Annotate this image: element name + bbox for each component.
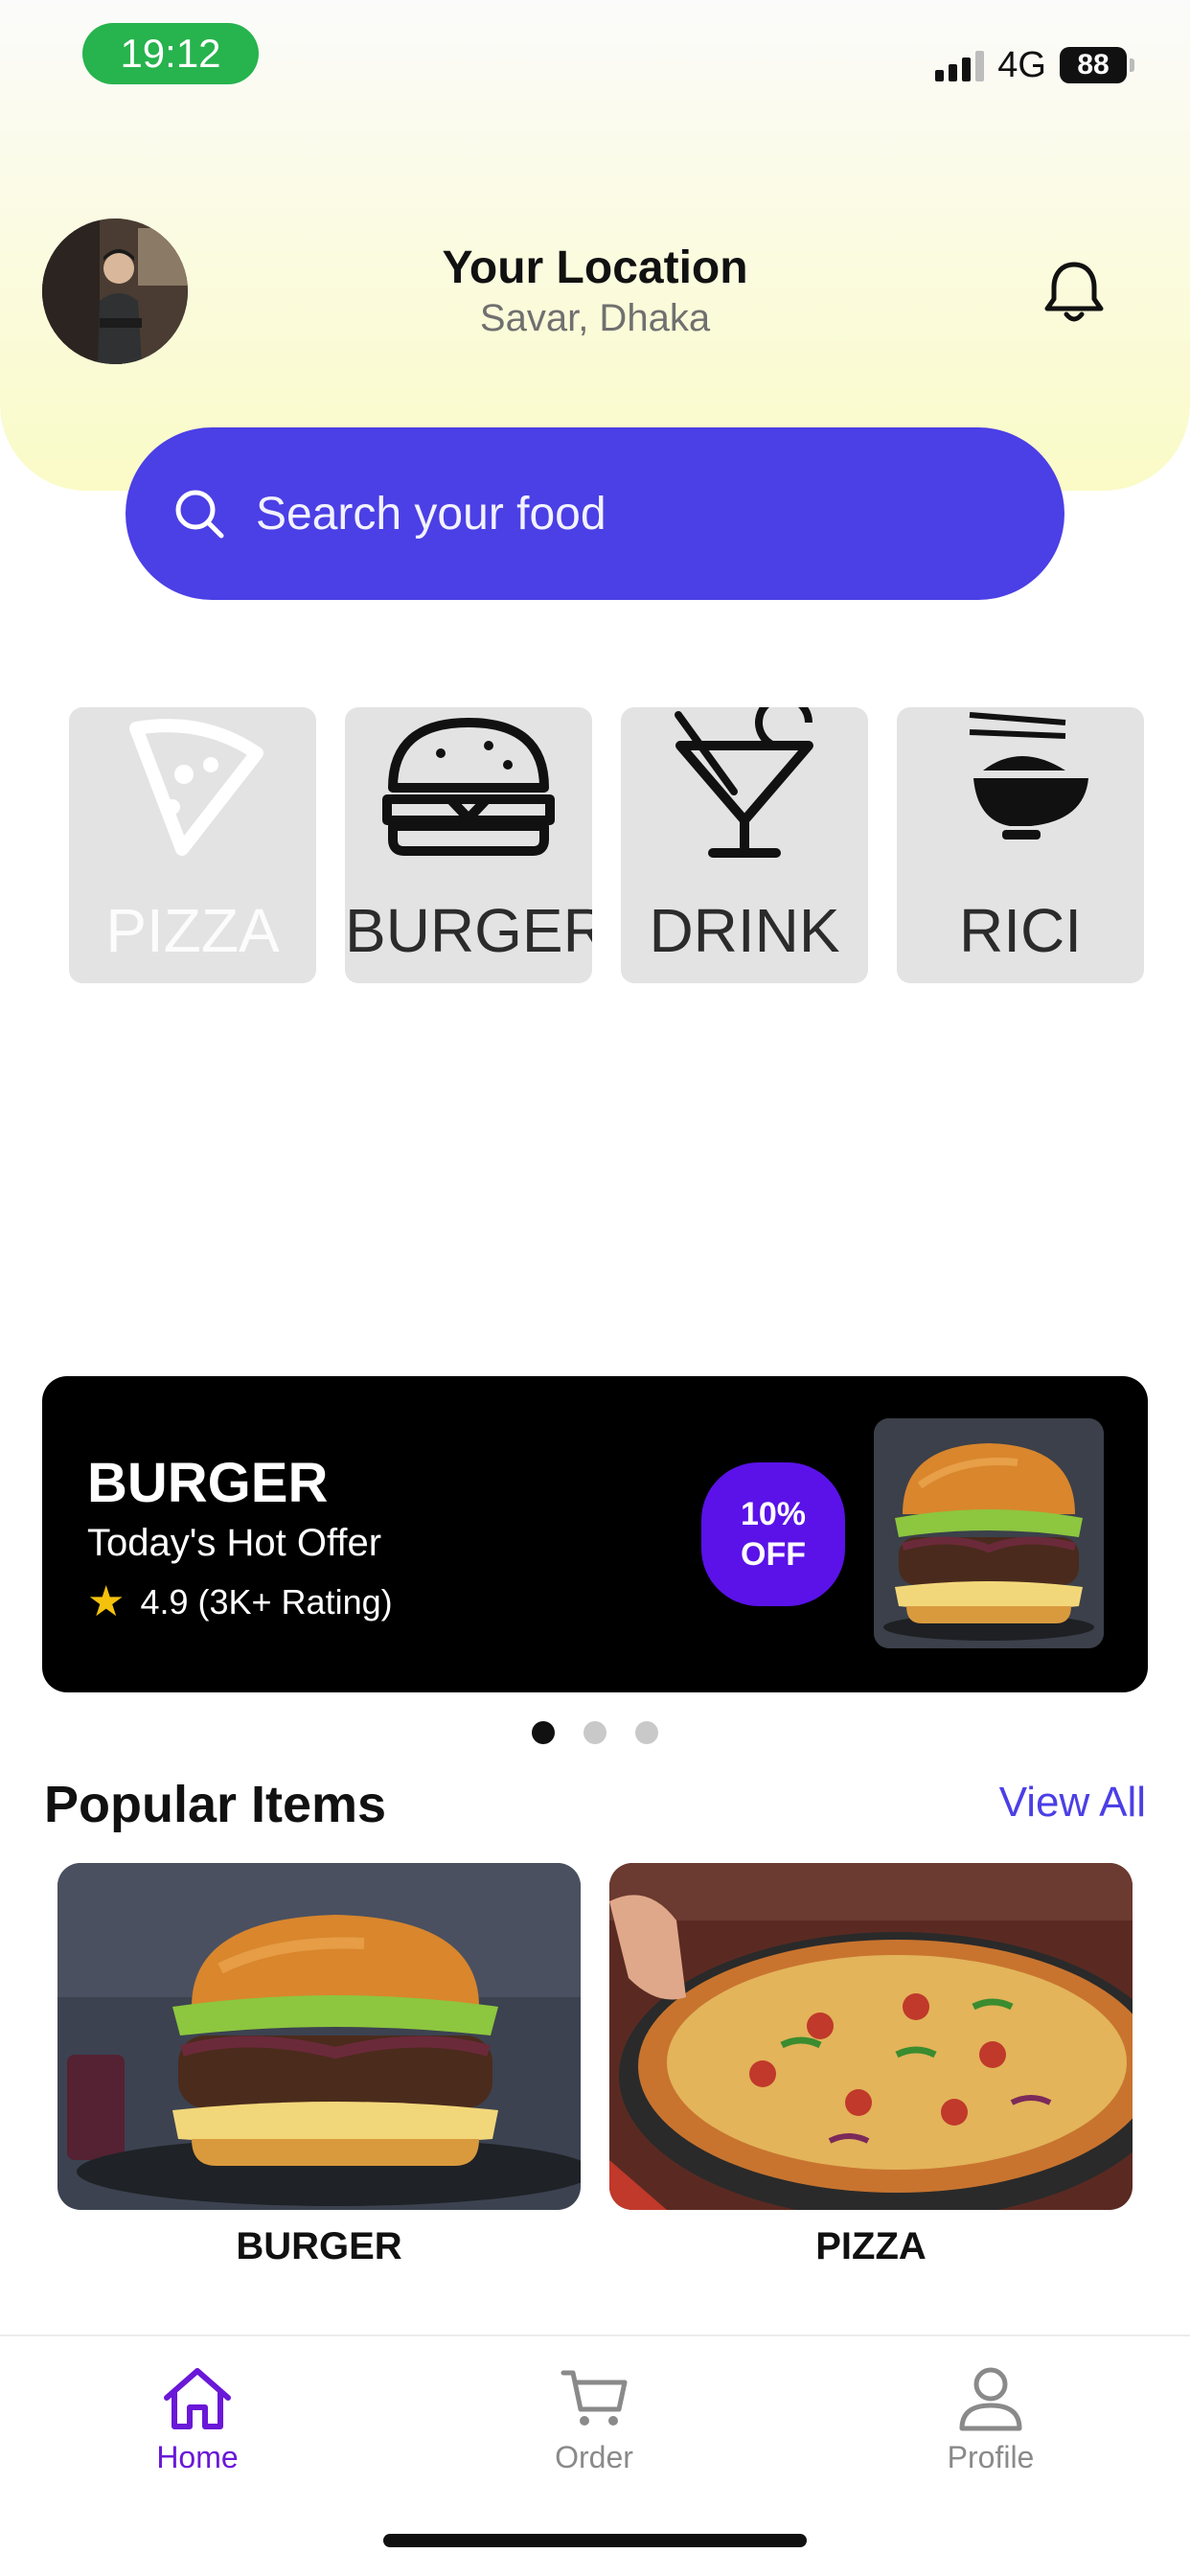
- offer-rating: ★ 4.9 (3K+ Rating): [87, 1581, 393, 1623]
- category-label: BURGER: [345, 896, 592, 965]
- user-icon: [959, 2367, 1022, 2431]
- pizza-photo: [609, 1863, 1133, 2210]
- popular-items-title: Popular Items: [44, 1776, 387, 1833]
- nav-label: Profile: [947, 2440, 1035, 2474]
- discount-off: OFF: [741, 1536, 806, 1573]
- category-list: PIZZA BURGER DRINK RICI: [69, 707, 1144, 983]
- pizza-icon: [129, 719, 263, 856]
- popular-pizza-card[interactable]: [609, 1863, 1133, 2210]
- offer-subtitle: Today's Hot Offer: [87, 1522, 382, 1564]
- category-label: DRINK: [649, 896, 840, 965]
- star-icon: ★: [87, 1578, 126, 1625]
- nav-label: Order: [555, 2440, 633, 2474]
- notification-bell-icon[interactable]: [1041, 257, 1108, 326]
- category-label: RICI: [959, 896, 1082, 965]
- carousel-dot[interactable]: [635, 1721, 658, 1744]
- popular-item-label: BURGER: [236, 2225, 402, 2267]
- popular-burger-card[interactable]: [57, 1863, 581, 2210]
- offer-rating-text: 4.9 (3K+ Rating): [140, 1582, 393, 1622]
- category-rice[interactable]: RICI: [897, 707, 1144, 983]
- cocktail-icon: [675, 707, 813, 858]
- burger-photo: [57, 1863, 581, 2210]
- offer-title: BURGER: [87, 1452, 329, 1514]
- discount-badge: 10% OFF: [701, 1462, 845, 1606]
- popular-item-label: PIZZA: [815, 2225, 927, 2267]
- nav-label: Home: [156, 2440, 239, 2474]
- category-burger[interactable]: BURGER: [345, 707, 592, 983]
- burger-icon: [382, 718, 555, 856]
- view-all-link[interactable]: View All: [999, 1779, 1146, 1827]
- carousel-dot[interactable]: [584, 1721, 606, 1744]
- status-time: 19:12: [82, 23, 259, 84]
- discount-percent: 10%: [740, 1496, 807, 1532]
- search-input[interactable]: [256, 487, 984, 540]
- hot-offer-banner[interactable]: BURGER Today's Hot Offer ★ 4.9 (3K+ Rati…: [42, 1376, 1148, 1692]
- home-screen: 19:12 4G 88 Your Location Savar, Dhaka S…: [0, 0, 1190, 2576]
- signal-icon: [935, 49, 985, 81]
- carousel-indicator: [0, 1721, 1190, 1744]
- category-label: PIZZA: [105, 896, 280, 965]
- status-indicators: 4G 88: [935, 42, 1134, 88]
- home-indicator[interactable]: [383, 2534, 807, 2547]
- battery-icon: 88: [1060, 47, 1134, 83]
- network-label: 4G: [997, 44, 1046, 85]
- category-pizza[interactable]: PIZZA: [69, 707, 316, 983]
- nav-profile[interactable]: Profile: [885, 2365, 1096, 2475]
- carousel-dot[interactable]: [532, 1721, 555, 1744]
- category-drink[interactable]: DRINK: [621, 707, 868, 983]
- nav-order[interactable]: Order: [489, 2365, 699, 2475]
- nav-home[interactable]: Home: [92, 2365, 303, 2475]
- offer-burger-image: [874, 1418, 1104, 1648]
- rice-bowl-icon: [969, 712, 1088, 840]
- search-bar[interactable]: [126, 427, 1064, 600]
- search-icon: [175, 490, 224, 539]
- location-value[interactable]: Savar, Dhaka: [0, 297, 1190, 340]
- home-icon: [164, 2368, 231, 2429]
- cart-icon: [561, 2370, 628, 2426]
- location-title: Your Location: [442, 242, 748, 293]
